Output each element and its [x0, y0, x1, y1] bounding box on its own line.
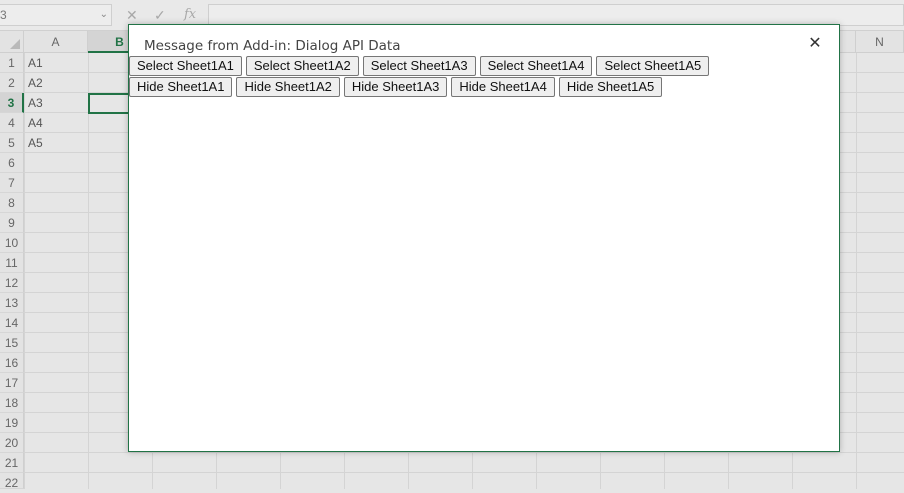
- close-icon: ✕: [808, 35, 822, 52]
- hide-sheet1a3-button[interactable]: Hide Sheet1A3: [343, 77, 448, 97]
- select-sheet1a1-button[interactable]: Select Sheet1A1: [129, 56, 242, 76]
- select-all-icon: [10, 39, 20, 49]
- check-icon[interactable]: ✓: [154, 4, 166, 26]
- row-header[interactable]: 11: [0, 253, 24, 273]
- formula-input[interactable]: [208, 4, 904, 26]
- cell-a1[interactable]: A1: [28, 53, 43, 73]
- select-sheet1a2-button[interactable]: Select Sheet1A2: [245, 56, 359, 76]
- hide-sheet1a5-button[interactable]: Hide Sheet1A5: [558, 77, 663, 97]
- row-header[interactable]: 5: [0, 133, 24, 153]
- row-header[interactable]: 17: [0, 373, 24, 393]
- select-sheet1a3-button[interactable]: Select Sheet1A3: [362, 56, 476, 76]
- hide-sheet1a1-button[interactable]: Hide Sheet1A1: [129, 77, 233, 97]
- row-header[interactable]: 1: [0, 53, 24, 73]
- hide-button-row: Hide Sheet1A1 Hide Sheet1A2 Hide Sheet1A…: [129, 77, 663, 97]
- row-header[interactable]: 20: [0, 433, 24, 453]
- row-header[interactable]: 10: [0, 233, 24, 253]
- formula-icons: ✕ ✓ fx: [118, 4, 206, 26]
- row-header[interactable]: 2: [0, 73, 24, 93]
- select-button-row: Select Sheet1A1 Select Sheet1A2 Select S…: [129, 56, 710, 76]
- row-header[interactable]: 4: [0, 113, 24, 133]
- row-header[interactable]: 9: [0, 213, 24, 233]
- row-header[interactable]: 12: [0, 273, 24, 293]
- select-sheet1a5-button[interactable]: Select Sheet1A5: [596, 56, 710, 76]
- select-sheet1a4-button[interactable]: Select Sheet1A4: [479, 56, 593, 76]
- row-header[interactable]: 16: [0, 353, 24, 373]
- row-header[interactable]: 3: [0, 93, 24, 113]
- name-box[interactable]: B3 ⌄: [0, 4, 112, 26]
- cell-a2[interactable]: A2: [28, 73, 43, 93]
- cell-a4[interactable]: A4: [28, 113, 43, 133]
- close-button[interactable]: ✕: [805, 34, 825, 54]
- selected-cell-b3[interactable]: [88, 93, 130, 114]
- row-header[interactable]: 6: [0, 153, 24, 173]
- hide-sheet1a2-button[interactable]: Hide Sheet1A2: [236, 77, 340, 97]
- cancel-icon[interactable]: ✕: [126, 4, 138, 26]
- cell-a5[interactable]: A5: [28, 133, 43, 153]
- row-header[interactable]: 7: [0, 173, 24, 193]
- row-header[interactable]: 22: [0, 473, 24, 490]
- addin-dialog: Message from Add-in: Dialog API Data ✕ S…: [128, 24, 840, 452]
- column-header-a[interactable]: A: [24, 31, 88, 53]
- hide-sheet1a4-button[interactable]: Hide Sheet1A4: [451, 77, 555, 97]
- cell-a3[interactable]: A3: [28, 93, 43, 113]
- row-header[interactable]: 19: [0, 413, 24, 433]
- row-header[interactable]: 8: [0, 193, 24, 213]
- row-header[interactable]: 18: [0, 393, 24, 413]
- fx-icon[interactable]: fx: [184, 4, 196, 26]
- name-box-value: B3: [0, 8, 7, 22]
- select-all-corner[interactable]: [0, 31, 24, 53]
- dialog-title: Message from Add-in: Dialog API Data: [144, 38, 401, 54]
- row-header[interactable]: 15: [0, 333, 24, 353]
- row-header[interactable]: 13: [0, 293, 24, 313]
- column-header-n[interactable]: N: [856, 31, 904, 53]
- chevron-down-icon[interactable]: ⌄: [100, 5, 108, 25]
- row-header[interactable]: 14: [0, 313, 24, 333]
- row-header[interactable]: 21: [0, 453, 24, 473]
